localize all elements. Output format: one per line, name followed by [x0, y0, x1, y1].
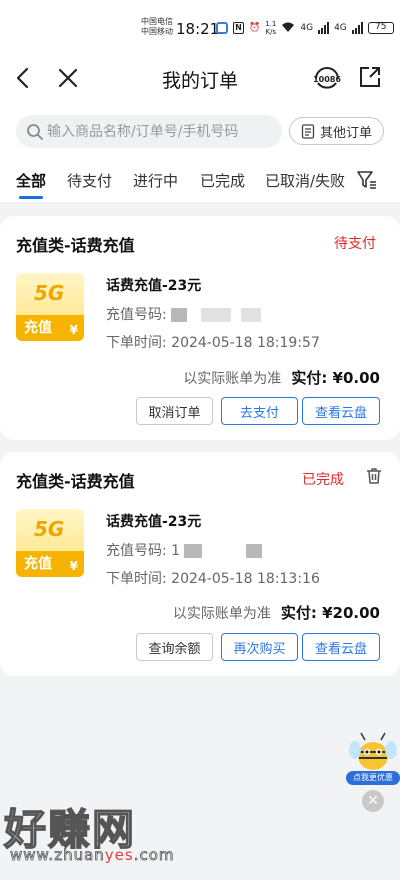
tab-all[interactable]: 全部 — [16, 170, 46, 191]
redacted-phone — [246, 544, 263, 558]
promo-float[interactable]: 点我更优惠 — [346, 730, 400, 788]
product-thumbnail: 5G 充值 ¥ — [16, 509, 84, 577]
order-time-line: 下单时间: 2024-05-18 18:13:16 — [106, 568, 320, 588]
buy-again-button[interactable]: 再次购买 — [221, 633, 298, 661]
thumb-yen: ¥ — [69, 323, 78, 337]
signal-1-icon — [318, 22, 330, 34]
thumb-yen: ¥ — [69, 559, 78, 573]
phone-visible: 1 — [171, 543, 181, 559]
redacted-phone — [171, 308, 188, 322]
order-time-label: 下单时间: — [106, 335, 172, 351]
order-time-label: 下单时间: — [106, 571, 172, 587]
product-thumbnail: 5G 充值 ¥ — [16, 273, 84, 341]
redacted-phone — [241, 308, 262, 322]
customer-service-icon[interactable]: 10086 — [312, 64, 342, 94]
signal-1-label: 4G — [300, 23, 314, 33]
phone-label: 充值号码: — [106, 307, 172, 323]
amount-row: 以实际账单为准 实付: ¥0.00 — [183, 367, 380, 388]
order-time: 2024-05-18 18:19:57 — [171, 335, 320, 351]
order-card[interactable]: 充值类-话费充值 已完成 5G 充值 ¥ 话费充值-23元 充值号码: 1 下单… — [0, 452, 400, 676]
order-status: 已完成 — [302, 472, 344, 488]
nav-bar: 我的订单 10086 — [0, 42, 400, 112]
alarm-icon: ⏰ — [249, 23, 261, 33]
other-orders-button[interactable]: 其他订单 — [289, 117, 384, 145]
promo-label: 点我更优惠 — [346, 771, 400, 785]
product-name: 话费充值-23元 — [106, 278, 202, 294]
carrier-1: 中国电信 — [141, 17, 173, 26]
tab-completed[interactable]: 已完成 — [200, 170, 245, 191]
view-cloud-drive-button[interactable]: 查看云盘 — [302, 397, 380, 425]
tab-cancelled-failed[interactable]: 已取消/失败 — [265, 170, 345, 191]
status-bar: 中国电信 中国移动 18:21 N ⏰ 1.1 K/s 4G 4G 75 — [0, 0, 400, 42]
thumb-text: 充值 — [24, 556, 52, 572]
signal-2-label: 4G — [334, 23, 347, 33]
order-time-line: 下单时间: 2024-05-18 18:19:57 — [106, 332, 320, 352]
signal-2-icon — [351, 22, 363, 34]
paid-label: 实付: — [280, 604, 317, 622]
thumb-text: 充值 — [24, 320, 52, 336]
order-tabs: 全部 待支付 进行中 已完成 已取消/失败 — [0, 158, 400, 202]
paid-amount: ¥20.00 — [322, 604, 380, 622]
redacted-phone — [201, 308, 232, 322]
wifi-icon — [281, 21, 295, 36]
phone-label: 充值号码: — [106, 543, 172, 559]
search-input[interactable] — [47, 115, 275, 148]
paid-label: 实付: — [291, 369, 328, 387]
search-icon — [27, 124, 43, 140]
battery-icon: 75 — [367, 22, 394, 34]
order-category: 充值类-话费充值 — [16, 236, 135, 255]
promo-close-button[interactable]: ✕ — [362, 790, 384, 812]
pay-button[interactable]: 去支付 — [221, 397, 298, 425]
status-icons: N ⏰ 1.1 K/s 4G 4G 75 — [216, 20, 394, 36]
check-balance-button[interactable]: 查询余额 — [136, 633, 213, 661]
tab-in-progress[interactable]: 进行中 — [133, 170, 178, 191]
view-cloud-drive-button[interactable]: 查看云盘 — [302, 633, 380, 661]
product-name: 话费充值-23元 — [106, 514, 202, 530]
bill-note: 以实际账单为准 — [172, 606, 271, 622]
carrier-info: 中国电信 中国移动 — [141, 17, 173, 37]
nfc-icon: N — [233, 22, 244, 34]
order-time: 2024-05-18 18:13:16 — [171, 571, 320, 587]
carrier-2: 中国移动 — [141, 27, 173, 36]
clock: 18:21 — [176, 20, 220, 38]
share-icon[interactable] — [356, 63, 384, 91]
amount-row: 以实际账单为准 实付: ¥20.00 — [173, 602, 380, 623]
order-card[interactable]: 充值类-话费充值 待支付 5G 充值 ¥ 话费充值-23元 充值号码: 下单时间… — [0, 216, 400, 440]
trash-icon[interactable] — [364, 466, 384, 486]
bill-note: 以实际账单为准 — [183, 371, 282, 387]
phone-line: 充值号码: 1 — [106, 540, 263, 560]
search-box[interactable] — [16, 115, 282, 148]
thumb-badge: 5G — [34, 281, 65, 305]
filter-icon[interactable] — [356, 169, 378, 191]
app-notification-icon — [216, 22, 228, 34]
order-status: 待支付 — [334, 236, 376, 252]
thumb-badge: 5G — [34, 517, 65, 541]
service-number: 10086 — [313, 75, 341, 84]
phone-line: 充值号码: — [106, 304, 262, 324]
redacted-phone — [184, 544, 203, 558]
search-row: 其他订单 — [0, 112, 400, 158]
net-speed: 1.1 K/s — [265, 20, 277, 36]
bee-mascot-icon — [349, 732, 397, 770]
watermark-url: www.zhuanyes.com — [10, 846, 175, 865]
tab-pending-payment[interactable]: 待支付 — [67, 170, 112, 191]
order-category: 充值类-话费充值 — [16, 472, 135, 491]
cancel-order-button[interactable]: 取消订单 — [136, 397, 213, 425]
tab-indicator — [19, 196, 43, 199]
paid-amount: ¥0.00 — [332, 369, 380, 387]
document-list-icon — [301, 123, 315, 139]
other-orders-label: 其他订单 — [319, 125, 372, 141]
